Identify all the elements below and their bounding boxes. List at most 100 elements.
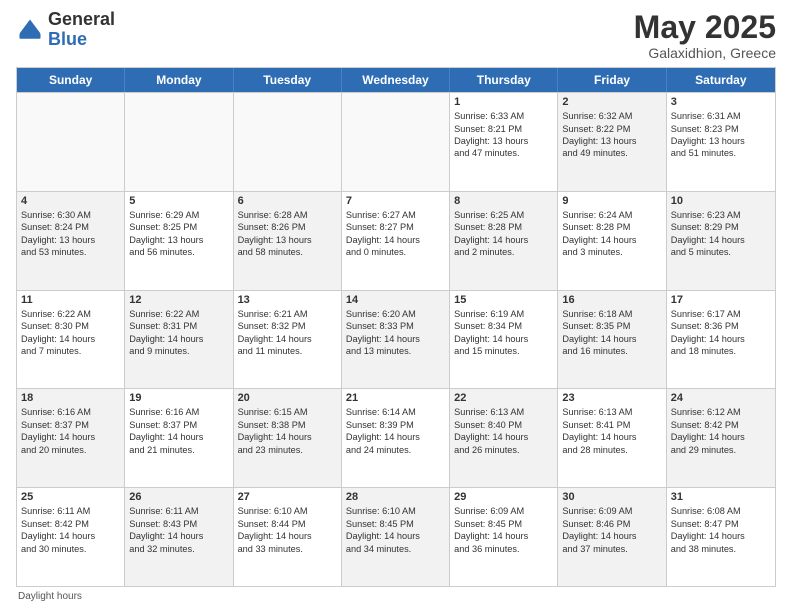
cal-header-cell: Tuesday (234, 68, 342, 92)
calendar-cell: 29 Sunrise: 6:09 AMSunset: 8:45 PMDayligh… (450, 488, 558, 586)
cell-line: Sunset: 8:23 PM (671, 123, 771, 135)
cell-line: Sunrise: 6:25 AM (454, 209, 553, 221)
cell-line: and 18 minutes. (671, 345, 771, 357)
cell-line: Sunrise: 6:21 AM (238, 308, 337, 320)
day-number: 25 (21, 491, 120, 503)
cell-line: and 37 minutes. (562, 543, 661, 555)
cell-line: Sunrise: 6:09 AM (454, 505, 553, 517)
day-number: 18 (21, 392, 120, 404)
cell-line: Daylight: 14 hours (21, 431, 120, 443)
calendar-cell: 18Sunrise: 6:16 AMSunset: 8:37 PMDayligh… (17, 389, 125, 487)
cell-line: Sunset: 8:39 PM (346, 419, 445, 431)
cell-line: Sunrise: 6:29 AM (129, 209, 228, 221)
day-number: 29 (454, 491, 553, 503)
cell-line: Daylight: 14 hours (562, 431, 661, 443)
cell-line: Sunset: 8:45 PM (454, 518, 553, 530)
cell-line: Sunset: 8:37 PM (129, 419, 228, 431)
calendar-cell: 30Sunrise: 6:09 AMSunset: 8:46 PMDayligh… (558, 488, 666, 586)
calendar-cell: 7Sunrise: 6:27 AMSunset: 8:27 PMDaylight… (342, 192, 450, 290)
cal-header-cell: Monday (125, 68, 233, 92)
cell-line: Sunrise: 6:13 AM (454, 406, 553, 418)
day-number: 14 (346, 294, 445, 306)
cell-line: Sunset: 8:34 PM (454, 320, 553, 332)
calendar-row: 4Sunrise: 6:30 AMSunset: 8:24 PMDaylight… (17, 191, 775, 290)
cell-line: Daylight: 13 hours (671, 135, 771, 147)
cell-line: and 51 minutes. (671, 147, 771, 159)
cell-line: Sunset: 8:43 PM (129, 518, 228, 530)
calendar-cell: 12Sunrise: 6:22 AMSunset: 8:31 PMDayligh… (125, 291, 233, 389)
location-title: Galaxidhion, Greece (634, 45, 776, 61)
calendar-cell: 25Sunrise: 6:11 AMSunset: 8:42 PMDayligh… (17, 488, 125, 586)
calendar-cell: 17Sunrise: 6:17 AMSunset: 8:36 PMDayligh… (667, 291, 775, 389)
cell-line: and 23 minutes. (238, 444, 337, 456)
cell-line: and 13 minutes. (346, 345, 445, 357)
cell-line: Sunset: 8:42 PM (671, 419, 771, 431)
cell-line: and 58 minutes. (238, 246, 337, 258)
cell-line: Sunrise: 6:14 AM (346, 406, 445, 418)
cal-header-cell: Wednesday (342, 68, 450, 92)
day-number: 27 (238, 491, 337, 503)
cell-line: Daylight: 14 hours (238, 333, 337, 345)
cell-line: and 15 minutes. (454, 345, 553, 357)
day-number: 11 (21, 294, 120, 306)
cell-line: and 11 minutes. (238, 345, 337, 357)
day-number: 23 (562, 392, 661, 404)
cell-line: Sunset: 8:42 PM (21, 518, 120, 530)
calendar-row: 25 Sunrise: 6:11 AM Sunset: 8:42 PM Dayligh… (17, 487, 775, 586)
cell-line: Sunset: 8:31 PM (129, 320, 228, 332)
calendar-cell: 9Sunrise: 6:24 AMSunset: 8:28 PMDaylight… (558, 192, 666, 290)
cell-line: Sunrise: 6:27 AM (346, 209, 445, 221)
cell-line: and 24 minutes. (346, 444, 445, 456)
cell-line: Daylight: 14 hours (129, 530, 228, 542)
day-number: 9 (562, 195, 661, 207)
cell-line: and 16 minutes. (562, 345, 661, 357)
cell-line: Daylight: 14 hours (671, 333, 771, 345)
cell-line: Sunset: 8:35 PM (562, 320, 661, 332)
cell-line: Daylight: 14 hours (671, 431, 771, 443)
cell-line: and 34 minutes. (346, 543, 445, 555)
cell-line: Sunrise: 6:10 AM (346, 505, 445, 517)
day-number: 6 (238, 195, 337, 207)
cell-line: Daylight: 14 hours (346, 234, 445, 246)
cell-line: Daylight: 14 hours (454, 530, 553, 542)
cell-line: Sunset: 8:21 PM (454, 123, 553, 135)
cell-line: Sunrise: 6:11 AM (129, 505, 228, 517)
calendar-cell: 23Sunrise: 6:13 AMSunset: 8:41 PMDayligh… (558, 389, 666, 487)
cell-line: Sunset: 8:30 PM (21, 320, 120, 332)
cell-line: Sunset: 8:45 PM (346, 518, 445, 530)
cell-line: Sunrise: 6:10 AM (238, 505, 337, 517)
cell-line: Sunset: 8:26 PM (238, 221, 337, 233)
cell-line: Sunrise: 6:28 AM (238, 209, 337, 221)
cell-line: Sunset: 8:29 PM (671, 221, 771, 233)
cell-line: Daylight: 14 hours (454, 431, 553, 443)
day-number: 1 (454, 96, 553, 108)
cell-line: Daylight: 14 hours (346, 530, 445, 542)
cell-line: and 29 minutes. (671, 444, 771, 456)
header: General Blue May 2025 Galaxidhion, Greec… (16, 10, 776, 61)
cell-line: Sunset: 8:46 PM (562, 518, 661, 530)
day-number: 2 (562, 96, 661, 108)
cell-line: Sunrise: 6:23 AM (671, 209, 771, 221)
cell-line: Sunset: 8:28 PM (454, 221, 553, 233)
cell-line: Sunrise: 6:17 AM (671, 308, 771, 320)
title-block: May 2025 Galaxidhion, Greece (634, 10, 776, 61)
cell-line: Sunrise: 6:15 AM (238, 406, 337, 418)
cell-line: Daylight: 14 hours (562, 234, 661, 246)
cell-line: Sunrise: 6:24 AM (562, 209, 661, 221)
cal-header-cell: Saturday (667, 68, 775, 92)
day-number: 7 (346, 195, 445, 207)
cell-line: Sunrise: 6:30 AM (21, 209, 120, 221)
calendar-cell: 3Sunrise: 6:31 AMSunset: 8:23 PMDaylight… (667, 93, 775, 191)
cal-header-cell: Thursday (450, 68, 558, 92)
day-number: 4 (21, 195, 120, 207)
cell-line: Daylight: 13 hours (562, 135, 661, 147)
cell-line: Sunset: 8:25 PM (129, 221, 228, 233)
logo: General Blue (16, 10, 115, 50)
cell-line: and 9 minutes. (129, 345, 228, 357)
cell-line: Sunrise: 6:20 AM (346, 308, 445, 320)
cell-line: Sunset: 8:47 PM (671, 518, 771, 530)
cell-line: Daylight: 13 hours (454, 135, 553, 147)
cell-line: Sunset: 8:33 PM (346, 320, 445, 332)
calendar-cell: 8Sunrise: 6:25 AMSunset: 8:28 PMDaylight… (450, 192, 558, 290)
cell-line: and 3 minutes. (562, 246, 661, 258)
